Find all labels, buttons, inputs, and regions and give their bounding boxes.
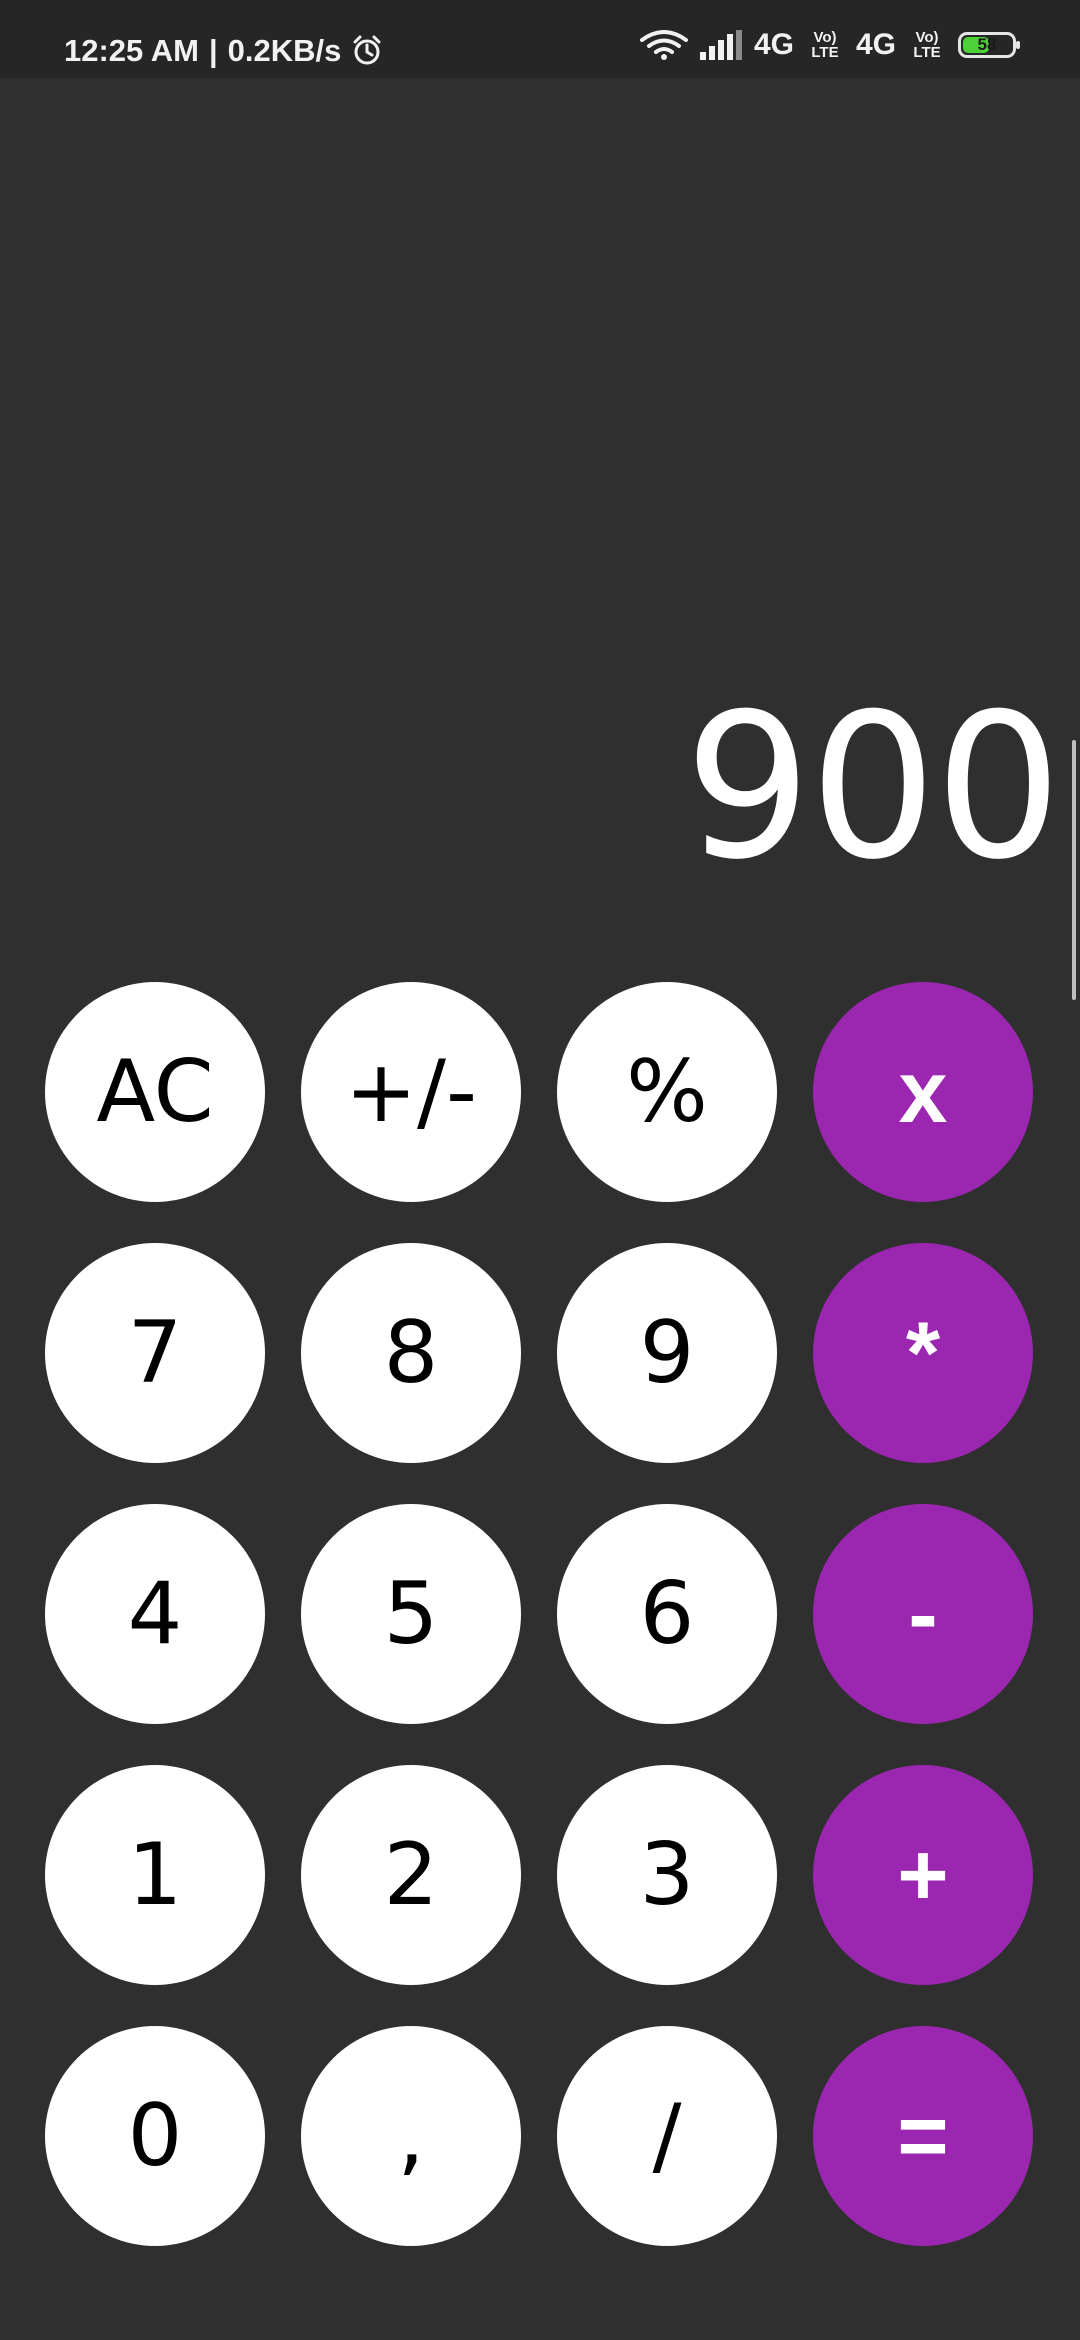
calculator-screen: 12:25 AM | 0.2KB/s 4G Vo) LTE 4G Vo) LTE… xyxy=(0,0,1080,2340)
network-type-2: 4G xyxy=(855,28,896,61)
comma-button[interactable]: , xyxy=(301,2026,521,2246)
digit-5-button[interactable]: 5 xyxy=(301,1504,521,1724)
digit-4-button[interactable]: 4 xyxy=(45,1504,265,1724)
status-bar: 12:25 AM | 0.2KB/s 4G Vo) LTE 4G Vo) LTE… xyxy=(0,0,1080,78)
all-clear-button[interactable]: AC xyxy=(45,982,265,1202)
status-separator: | xyxy=(208,32,218,68)
x-button[interactable]: x xyxy=(813,982,1033,1202)
wifi-icon xyxy=(639,30,688,60)
digit-6-button[interactable]: 6 xyxy=(557,1504,777,1724)
digit-1-button[interactable]: 1 xyxy=(45,1765,265,1985)
battery-level: 58 xyxy=(977,35,997,54)
toggle-sign-button[interactable]: +/- xyxy=(301,982,521,1202)
battery-icon: 58 xyxy=(958,32,1020,58)
status-time: 12:25 AM xyxy=(64,32,199,68)
keypad: AC +/- % x 7 8 9 * 4 5 6 - 1 2 3 + 0 , /… xyxy=(45,982,1035,2262)
status-network-speed: 0.2KB/s xyxy=(227,32,342,68)
digit-9-button[interactable]: 9 xyxy=(557,1243,777,1463)
equals-button[interactable]: = xyxy=(813,2026,1033,2246)
digit-8-button[interactable]: 8 xyxy=(301,1243,521,1463)
signal-bars-icon xyxy=(699,30,742,60)
alarm-icon xyxy=(353,35,381,65)
scroll-indicator xyxy=(1072,740,1076,1000)
status-right: 4G Vo) LTE 4G Vo) LTE 58 xyxy=(639,28,1020,62)
digit-0-button[interactable]: 0 xyxy=(45,2026,265,2246)
digit-7-button[interactable]: 7 xyxy=(45,1243,265,1463)
digit-2-button[interactable]: 2 xyxy=(301,1765,521,1985)
minus-button[interactable]: - xyxy=(813,1504,1033,1724)
calculator-display: 900 xyxy=(0,78,1080,1000)
digit-3-button[interactable]: 3 xyxy=(557,1765,777,1985)
plus-button[interactable]: + xyxy=(813,1765,1033,1985)
percent-button[interactable]: % xyxy=(557,982,777,1202)
display-value: 900 xyxy=(684,671,1062,904)
volte-label-1: Vo) LTE xyxy=(811,29,839,61)
multiply-button[interactable]: * xyxy=(813,1243,1033,1463)
divide-button[interactable]: / xyxy=(557,2026,777,2246)
volte-label-2: Vo) LTE xyxy=(913,29,941,61)
network-type-1: 4G xyxy=(753,28,794,61)
